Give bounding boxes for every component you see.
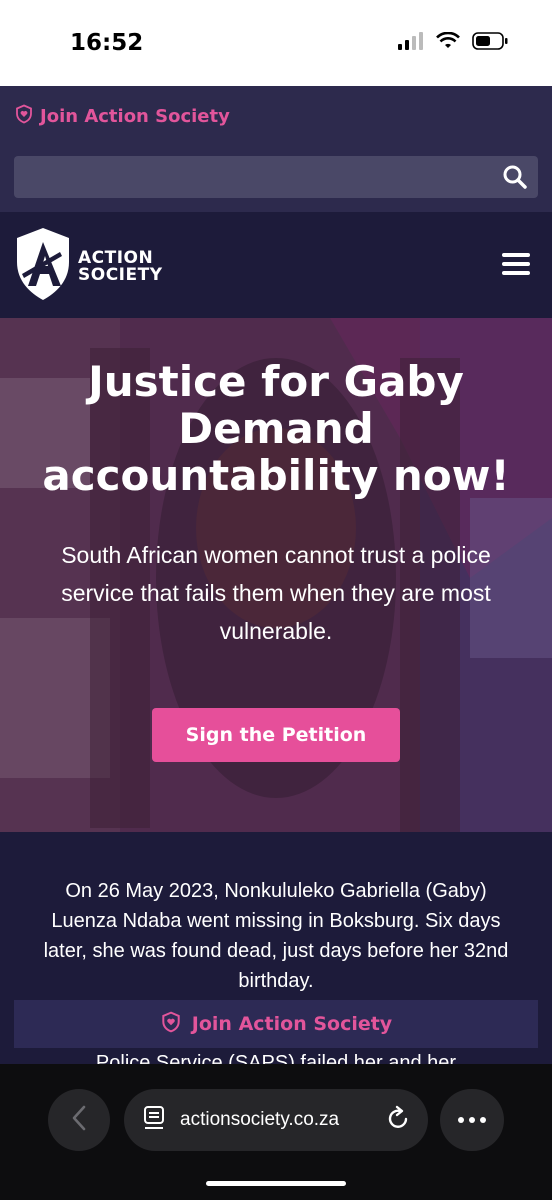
status-time: 16:52 [70, 30, 144, 56]
hamburger-icon-bar [502, 253, 530, 257]
more-options-button[interactable] [440, 1089, 504, 1151]
wifi-icon [436, 31, 460, 55]
sticky-join-button[interactable]: Join Action Society [14, 1000, 538, 1048]
address-bar[interactable]: actionsociety.co.za [124, 1089, 428, 1151]
sign-petition-button[interactable]: Sign the Petition [152, 708, 400, 762]
join-action-society-link[interactable]: Join Action Society [14, 104, 230, 129]
browser-toolbar: actionsociety.co.za [0, 1064, 552, 1200]
shield-heart-icon [14, 104, 34, 129]
hero-subtitle: South African women cannot trust a polic… [61, 542, 491, 644]
logo-line-action: ACTION [78, 247, 154, 268]
hero-title-line: Demand [178, 404, 374, 453]
url-text: actionsociety.co.za [180, 1109, 340, 1130]
search-input[interactable] [14, 156, 538, 198]
reload-icon[interactable] [386, 1105, 410, 1136]
hero-title-line: Justice for Gaby [88, 357, 464, 406]
join-link-label: Join Action Society [40, 106, 230, 127]
hamburger-icon-bar [502, 271, 530, 275]
cellular-signal-icon [398, 32, 424, 55]
shield-logo-icon [14, 226, 72, 307]
story-paragraph: On 26 May 2023, Nonkululeko Gabriella (G… [43, 880, 509, 992]
shield-heart-icon [160, 1011, 182, 1038]
main-navbar: ACTION SOCIETY [0, 212, 552, 318]
dot-icon [469, 1117, 475, 1123]
sticky-join-label: Join Action Society [191, 1013, 393, 1035]
logo-line-society: SOCIETY [78, 264, 163, 285]
chevron-left-icon [71, 1105, 87, 1136]
menu-toggle-button[interactable] [494, 242, 538, 286]
hamburger-icon-bar [502, 262, 530, 266]
dot-icon [458, 1117, 464, 1123]
hero-section: Justice for Gaby Demand accountability n… [0, 318, 552, 832]
action-society-logo[interactable]: ACTION SOCIETY [14, 226, 163, 307]
dot-icon [480, 1117, 486, 1123]
battery-icon [472, 32, 508, 55]
top-utility-bar: Join Action Society [0, 86, 552, 212]
hero-title: Justice for Gaby Demand accountability n… [0, 358, 552, 499]
status-bar: 16:52 [0, 0, 552, 86]
status-icons [398, 31, 508, 55]
logo-wordmark: ACTION SOCIETY [78, 247, 163, 285]
search-icon[interactable] [502, 164, 528, 195]
hero-title-line: accountability now! [42, 451, 510, 500]
page-menu-icon[interactable] [142, 1105, 166, 1136]
home-indicator [206, 1181, 346, 1186]
story-section: On 26 May 2023, Nonkululeko Gabriella (G… [0, 832, 552, 1074]
back-button[interactable] [48, 1089, 110, 1151]
